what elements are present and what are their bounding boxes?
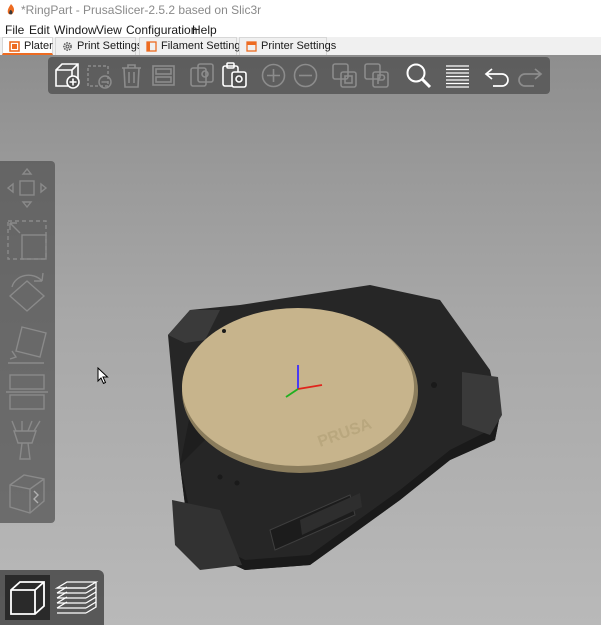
split-parts-icon xyxy=(364,63,389,88)
menu-bar: File Edit Window View Configuration Help xyxy=(0,21,601,38)
add-button[interactable] xyxy=(52,60,83,91)
layers-icon xyxy=(446,65,469,88)
tab-printer-settings[interactable]: Printer Settings xyxy=(239,37,336,55)
tab-plater-label: Plater xyxy=(24,40,53,52)
menu-view[interactable]: View xyxy=(96,23,122,37)
tab-printer-settings-label: Printer Settings xyxy=(261,40,337,52)
menu-window[interactable]: Window xyxy=(54,23,97,37)
move-icon xyxy=(6,167,48,209)
arrange-button[interactable] xyxy=(148,60,179,91)
search-button[interactable] xyxy=(403,60,434,91)
mouse-cursor-icon xyxy=(97,367,109,385)
menu-file[interactable]: File xyxy=(5,23,24,37)
add-instance-button[interactable] xyxy=(258,60,289,91)
view-toggle xyxy=(0,570,104,625)
3d-view-button[interactable] xyxy=(4,574,51,621)
plus-circle-icon xyxy=(261,63,286,88)
tab-print-settings-label: Print Settings xyxy=(77,40,143,52)
split-objects-icon xyxy=(332,63,357,88)
menu-edit[interactable]: Edit xyxy=(29,23,50,37)
cube-view-icon xyxy=(5,575,50,620)
delete-all-button[interactable] xyxy=(116,60,147,91)
place-on-face-tool[interactable] xyxy=(4,321,50,367)
window-title: *RingPart - PrusaSlicer-2.5.2 based on S… xyxy=(21,3,262,17)
paint-supports-tool[interactable] xyxy=(4,417,50,463)
seam-tool[interactable] xyxy=(4,471,50,517)
menu-configuration[interactable]: Configuration xyxy=(126,23,197,37)
title-bar: *RingPart - PrusaSlicer-2.5.2 based on S… xyxy=(0,0,601,20)
left-toolbar xyxy=(0,161,55,523)
place-on-face-icon xyxy=(8,326,47,364)
trash-icon xyxy=(122,64,141,88)
menu-help[interactable]: Help xyxy=(192,23,217,37)
arrange-icon xyxy=(152,65,175,86)
add-cube-icon xyxy=(55,63,80,89)
redo-button[interactable] xyxy=(514,60,545,91)
scale-icon xyxy=(7,220,47,260)
cut-tool[interactable] xyxy=(4,369,50,415)
search-icon xyxy=(406,63,432,89)
tab-filament-settings[interactable]: Filament Settings xyxy=(139,37,246,55)
scale-tool[interactable] xyxy=(4,217,50,263)
remove-instance-button[interactable] xyxy=(290,60,321,91)
cut-icon xyxy=(6,374,48,410)
printer-icon xyxy=(246,41,257,52)
delete-button[interactable] xyxy=(84,60,115,91)
tab-print-settings[interactable]: Print Settings xyxy=(55,37,142,55)
split-parts-button[interactable] xyxy=(361,60,392,91)
tab-bar: Plater Print Settings Filament Settings … xyxy=(0,37,601,56)
minus-circle-icon xyxy=(293,63,318,88)
undo-icon xyxy=(484,68,509,87)
3d-viewport[interactable]: PRUSA xyxy=(0,55,601,625)
redo-icon xyxy=(518,68,543,87)
paste-icon xyxy=(222,62,247,88)
layers-editing-button[interactable] xyxy=(442,60,473,91)
rotate-tool[interactable] xyxy=(4,269,50,315)
copy-button[interactable] xyxy=(187,60,218,91)
copy-icon xyxy=(190,63,214,87)
print-bed-scene[interactable]: PRUSA xyxy=(150,265,520,585)
prusa-logo-icon xyxy=(7,4,15,15)
move-tool[interactable] xyxy=(4,165,50,211)
delete-icon xyxy=(87,65,112,89)
cog-icon xyxy=(63,42,72,51)
paste-button[interactable] xyxy=(219,60,250,91)
rotate-icon xyxy=(8,272,46,312)
split-objects-button[interactable] xyxy=(329,60,360,91)
paint-supports-icon xyxy=(11,420,41,460)
layers-preview-icon xyxy=(54,581,99,614)
tab-filament-settings-label: Filament Settings xyxy=(161,40,246,52)
plater-icon xyxy=(9,41,20,52)
tab-plater[interactable]: Plater xyxy=(2,37,53,55)
top-toolbar xyxy=(48,57,550,94)
spool-icon xyxy=(146,41,157,52)
preview-button[interactable] xyxy=(53,574,100,621)
seam-cube-icon xyxy=(9,474,45,514)
undo-button[interactable] xyxy=(482,60,513,91)
